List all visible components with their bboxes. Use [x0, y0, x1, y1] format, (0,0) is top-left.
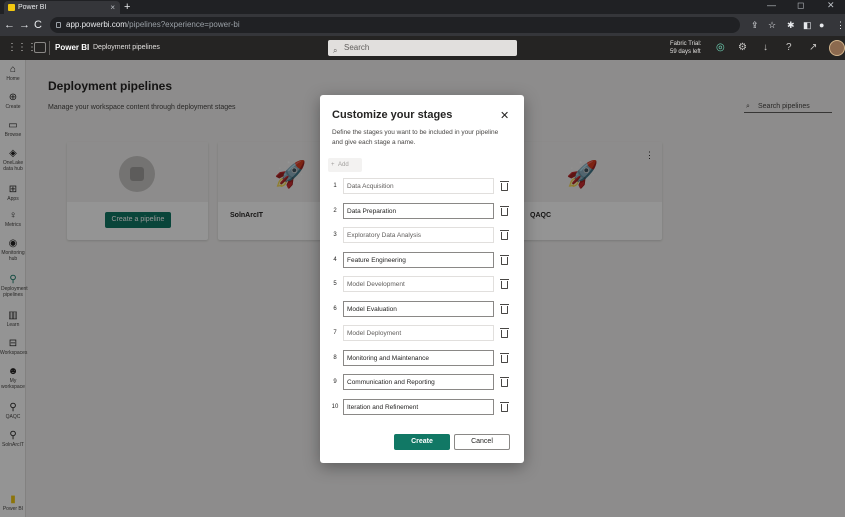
trial-label: Fabric Trial: — [670, 41, 702, 47]
url-host: app.powerbi.com — [66, 20, 127, 29]
window-minimize-icon[interactable]: — — [767, 0, 776, 11]
trial-status: Fabric Trial: 59 days left — [670, 40, 701, 56]
workspace-icon — [34, 42, 46, 53]
cancel-button[interactable]: Cancel — [454, 434, 510, 450]
delete-stage-icon[interactable] — [500, 376, 509, 387]
lock-icon — [56, 22, 61, 28]
extensions-icon[interactable]: ✱ — [787, 19, 795, 31]
trial-badge-icon[interactable]: ◎ — [716, 42, 725, 54]
reload-icon[interactable]: C — [34, 18, 42, 32]
stage-row: 10 — [328, 399, 516, 415]
dialog-description: Define the stages you want to be include… — [332, 129, 499, 146]
plus-icon: + — [331, 162, 335, 168]
delete-stage-icon[interactable] — [500, 254, 509, 265]
tab-title: Power BI — [18, 4, 47, 11]
stage-name-input[interactable] — [343, 301, 494, 317]
delete-stage-icon[interactable] — [500, 180, 509, 191]
search-icon: ⌕ — [333, 46, 338, 55]
stage-row: 5 — [328, 276, 516, 292]
delete-stage-icon[interactable] — [500, 327, 509, 338]
stage-row: 6 — [328, 301, 516, 317]
share-icon[interactable]: ⇪ — [751, 19, 759, 31]
stage-row: 2 — [328, 203, 516, 219]
browser-menu-icon[interactable]: ⋮ — [836, 19, 845, 31]
power-bi-favicon-icon — [8, 4, 15, 11]
download-icon[interactable]: ↓ — [763, 42, 768, 54]
add-stage-label: Add — [338, 162, 349, 168]
customize-stages-dialog: Customize your stages ✕ Define the stage… — [320, 95, 524, 463]
stage-number: 7 — [333, 330, 337, 336]
global-search-input[interactable]: ⌕ Search — [328, 40, 517, 56]
forward-icon[interactable]: → — [19, 18, 30, 32]
trial-days-left: 59 days left — [670, 49, 701, 55]
stage-number: 5 — [333, 281, 337, 287]
profile-icon[interactable]: ● — [819, 19, 824, 31]
stage-row: 1 — [328, 178, 516, 194]
add-stage-button[interactable]: + Add — [328, 158, 362, 172]
dialog-title: Customize your stages — [332, 109, 453, 121]
window-close-icon[interactable]: ✕ — [827, 0, 835, 11]
stage-number: 1 — [333, 183, 337, 189]
delete-stage-icon[interactable] — [500, 303, 509, 314]
stage-name-input[interactable] — [343, 399, 494, 415]
stage-name-input[interactable] — [343, 325, 494, 341]
stage-row: 9 — [328, 374, 516, 390]
delete-stage-icon[interactable] — [500, 401, 509, 412]
stage-name-input[interactable] — [343, 252, 494, 268]
stage-row: 8 — [328, 350, 516, 366]
stage-number: 6 — [333, 306, 337, 312]
stage-number: 10 — [331, 404, 339, 410]
breadcrumb: Deployment pipelines — [93, 44, 160, 51]
stage-row: 3 — [328, 227, 516, 243]
bookmark-star-icon[interactable]: ☆ — [768, 19, 776, 31]
delete-stage-icon[interactable] — [500, 278, 509, 289]
url-path: /pipelines?experience=power-bi — [126, 20, 240, 29]
stage-number: 2 — [333, 208, 337, 214]
browser-tab[interactable]: Power BI × — [4, 1, 120, 14]
side-panel-icon[interactable]: ◧ — [803, 19, 812, 31]
delete-stage-icon[interactable] — [500, 352, 509, 363]
header-divider — [49, 41, 50, 55]
delete-stage-icon[interactable] — [500, 205, 509, 216]
app-header: ⋮⋮⋮ Power BI Deployment pipelines ⌕ Sear… — [0, 36, 845, 60]
close-icon[interactable]: ✕ — [500, 109, 509, 122]
tab-close-icon[interactable]: × — [110, 1, 115, 14]
stage-row: 7 — [328, 325, 516, 341]
stage-name-input[interactable] — [343, 203, 494, 219]
stage-name-input[interactable] — [343, 227, 494, 243]
stage-number: 4 — [333, 257, 337, 263]
stage-name-input[interactable] — [343, 350, 494, 366]
brand-title[interactable]: Power BI — [55, 36, 89, 60]
share-feedback-icon[interactable]: ↗ — [809, 42, 817, 54]
stage-number: 9 — [333, 379, 337, 385]
app-launcher-icon[interactable]: ⋮⋮⋮ — [7, 42, 37, 53]
window-maximize-icon[interactable]: ◻ — [797, 0, 804, 11]
stage-name-input[interactable] — [343, 178, 494, 194]
stage-row: 4 — [328, 252, 516, 268]
browser-tab-bar: Power BI × + — ◻ ✕ — [0, 0, 845, 14]
new-tab-button[interactable]: + — [124, 0, 130, 14]
stage-name-input[interactable] — [343, 374, 494, 390]
url-input[interactable]: app.powerbi.com/pipelines?experience=pow… — [50, 17, 740, 33]
gear-icon[interactable]: ⚙ — [738, 42, 747, 54]
search-placeholder: Search — [344, 43, 370, 52]
stage-name-input[interactable] — [343, 276, 494, 292]
delete-stage-icon[interactable] — [500, 229, 509, 240]
browser-address-bar: ← → C app.powerbi.com/pipelines?experien… — [0, 14, 845, 36]
help-icon[interactable]: ? — [786, 42, 792, 54]
stage-number: 8 — [333, 355, 337, 361]
create-button[interactable]: Create — [394, 434, 450, 450]
stage-number: 3 — [333, 232, 337, 238]
back-icon[interactable]: ← — [4, 18, 15, 32]
avatar[interactable] — [829, 40, 845, 56]
